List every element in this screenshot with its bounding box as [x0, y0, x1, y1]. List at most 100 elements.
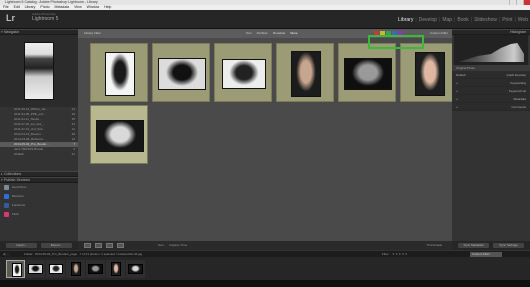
metadata-header[interactable]: ◂ Metadata	[452, 95, 530, 103]
folder-item[interactable]: 2Ndtab 21	[0, 152, 78, 157]
expand-triangle-icon: ◂	[456, 81, 458, 85]
module-separator: |	[454, 17, 456, 23]
app-window: Lightroom 5 Catalog - Adobe Photoshop Li…	[0, 0, 530, 287]
quick-develop-header[interactable]: Default Quick Develop	[452, 71, 530, 79]
publish-service-item[interactable]: Facebook	[0, 201, 78, 210]
right-buttons: Sync Metadata Sync Settings	[452, 241, 530, 250]
filmstrip-thumb[interactable]	[106, 260, 125, 278]
sync-settings-button[interactable]: Sync Settings	[493, 243, 524, 248]
histogram-graph	[458, 43, 524, 62]
filter-label: Library Filter :	[84, 31, 103, 35]
folder-name: 2011-04-11_Studio...	[14, 117, 42, 121]
photo-cell[interactable]	[338, 43, 396, 102]
folder-count: 21	[71, 152, 75, 156]
folder-name: 2Ndtab	[14, 152, 24, 156]
window-bottom	[0, 280, 530, 287]
photo-cell[interactable]	[400, 43, 458, 102]
folder-name: 2011-07-30_sel_dvd_...	[14, 122, 46, 126]
expand-triangle-icon: ◂	[456, 97, 458, 101]
photo-thumbnail[interactable]	[415, 51, 445, 96]
publish-service-item[interactable]: Flickr	[0, 210, 78, 219]
filter-tab-metadata[interactable]: Metadata	[273, 29, 286, 38]
filmstrip-image	[88, 264, 103, 274]
filmstrip-image	[28, 264, 43, 274]
thumbnails-label: Thumbnails	[426, 243, 442, 247]
folder-name: 2014-03-08_Rebecca...	[14, 137, 46, 141]
photo-thumbnail[interactable]	[96, 119, 144, 152]
module-separator: |	[415, 17, 417, 23]
publish-service-label: Hard Drive	[12, 185, 27, 189]
photo-thumbnail[interactable]	[344, 57, 392, 90]
module-develop[interactable]: Develop	[419, 17, 437, 23]
filmstrip-thumb[interactable]	[126, 260, 145, 278]
keywording-header[interactable]: ◂ Keywording	[452, 79, 530, 87]
publish-service-label: Behance	[12, 194, 24, 198]
grid-toolbar: Sort : Capture Time Thumbnails	[78, 241, 452, 250]
folder-name: Jans TRUSSS Bowtie	[14, 147, 44, 151]
photo-thumbnail[interactable]	[222, 58, 266, 89]
module-map[interactable]: Map	[442, 17, 452, 23]
navigator-header[interactable]: ▾ Navigator	[0, 29, 78, 35]
photo-cell[interactable]	[214, 43, 272, 102]
expand-triangle-icon: ◂	[456, 89, 458, 93]
collapse-triangle-icon: ▾	[1, 30, 3, 34]
module-separator: |	[470, 17, 473, 23]
filter-tab-attribute[interactable]: Attribute	[257, 29, 268, 38]
module-picker: Library | Develop | Map | Book | Slideshow | Print…	[398, 17, 528, 23]
filter-tab-text[interactable]: Text	[246, 29, 252, 38]
filmstrip-thumb[interactable]	[26, 260, 45, 278]
window-title: Lightroom 5 Catalog - Adobe Photoshop Li…	[5, 0, 98, 4]
folder-name: 2014-05-04_Pro_Boudo...	[14, 142, 49, 146]
filmstrip-image	[11, 263, 22, 277]
import-button[interactable]: Import...	[6, 243, 37, 248]
photo-thumbnail[interactable]	[158, 57, 206, 90]
module-separator: |	[439, 17, 441, 23]
filmstrip-bar: ▣ ▢ Folder : 2014-05-04_Pro_Boudoir_page…	[0, 250, 530, 257]
keyword-list-header[interactable]: ◂ Keyword List	[452, 87, 530, 95]
survey-view-icon[interactable]	[117, 243, 124, 248]
photo-thumbnail[interactable]	[105, 51, 135, 96]
source-path: Folder : 2014-05-04_Pro_Boudoir_page · 7…	[24, 252, 143, 256]
module-slideshow[interactable]: Slideshow	[474, 17, 497, 23]
photo-cell[interactable]	[276, 43, 334, 102]
filmstrip-thumb[interactable]	[46, 260, 65, 278]
grid-view-icon[interactable]	[84, 243, 91, 248]
compare-view-icon[interactable]	[106, 243, 113, 248]
module-web[interactable]: Web	[518, 17, 528, 23]
filmstrip	[0, 257, 530, 280]
photo-thumbnail[interactable]	[291, 50, 321, 97]
product-name: Lightroom 5	[32, 16, 59, 22]
module-print[interactable]: Print	[502, 17, 512, 23]
filmstrip-thumb[interactable]	[66, 260, 85, 278]
navigator-preview[interactable]	[0, 35, 78, 107]
preset-select[interactable]: Default	[456, 71, 466, 78]
module-library[interactable]: Library	[398, 17, 413, 23]
photo-cell[interactable]	[152, 43, 210, 102]
photo-cell[interactable]	[90, 105, 148, 164]
sync-metadata-button[interactable]: Sync Metadata	[458, 243, 489, 248]
module-book[interactable]: Book	[457, 17, 468, 23]
publish-service-label: Flickr	[12, 212, 20, 216]
export-button[interactable]: Export...	[41, 243, 72, 248]
publish-service-item[interactable]: Hard Drive	[0, 183, 78, 192]
custom-filter-select[interactable]: Custom Filter	[430, 29, 448, 38]
publish-service-icon	[4, 212, 9, 217]
folder-name: 2011-07-31_dvd_Ssb...	[14, 127, 45, 131]
expand-triangle-icon: ◂	[456, 105, 458, 109]
comments-header[interactable]: ◂ Comments	[452, 103, 530, 111]
module-separator: |	[514, 17, 516, 23]
lightroom-logo: Lr	[6, 13, 15, 23]
loupe-view-icon[interactable]	[95, 243, 102, 248]
photo-cell[interactable]	[90, 43, 148, 102]
filter-tabs: Text Attribute Metadata None	[246, 29, 297, 38]
publish-service-icon	[4, 203, 9, 208]
publish-service-item[interactable]: Behance	[0, 192, 78, 201]
left-buttons: Import... Export...	[0, 241, 78, 250]
sort-select[interactable]: Capture Time	[169, 241, 187, 250]
filmstrip-thumb[interactable]	[86, 260, 105, 278]
publish-service-label: Facebook	[12, 203, 26, 207]
filmstrip-thumb[interactable]	[6, 260, 25, 278]
filter-tab-none[interactable]: None	[290, 29, 297, 38]
module-separator: |	[498, 17, 501, 23]
folder-name: 2011-03-14_Wilson_Sa...	[14, 107, 48, 111]
